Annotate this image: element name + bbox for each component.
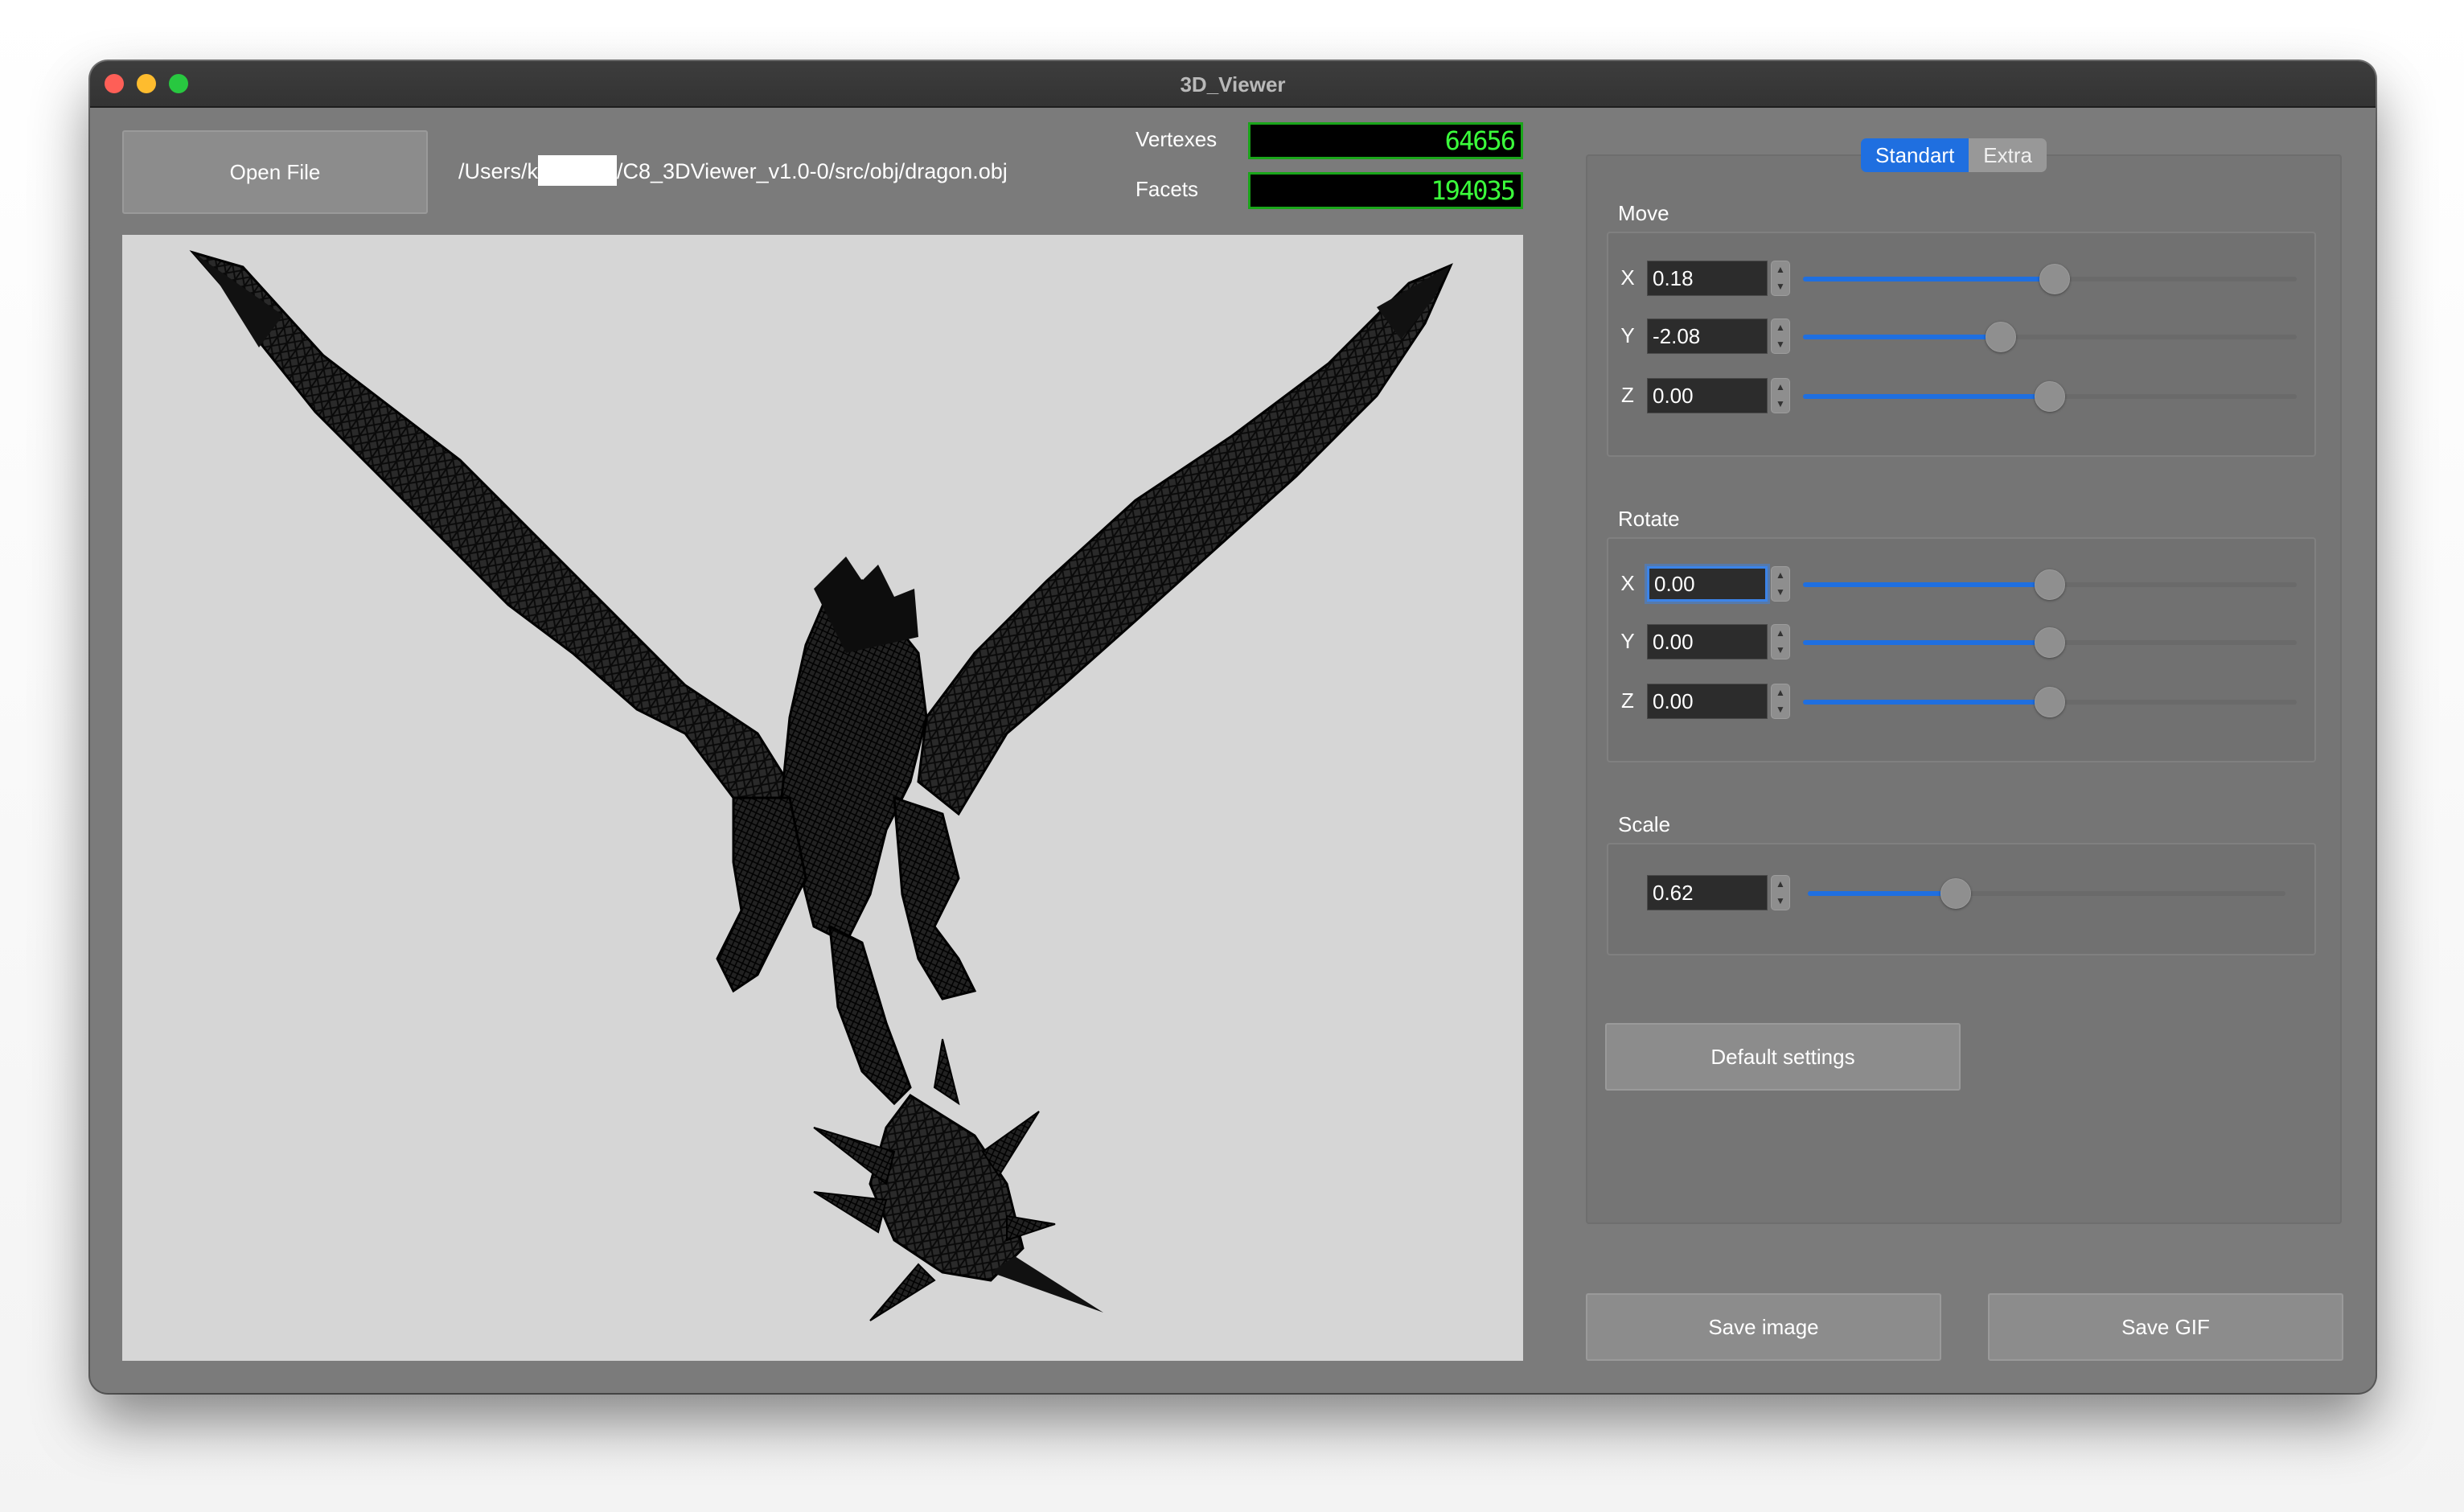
rotate-y-slider[interactable] (1803, 627, 2297, 658)
open-file-button[interactable]: Open File (122, 130, 428, 214)
save-gif-button[interactable]: Save GIF (1988, 1293, 2343, 1361)
chevron-down-icon[interactable]: ▼ (1772, 336, 1789, 353)
chevron-up-icon[interactable]: ▲ (1772, 684, 1789, 701)
move-z-slider[interactable] (1803, 381, 2297, 412)
dragon-wireframe-model (189, 250, 1453, 1321)
tab-standart[interactable]: Standart (1861, 138, 1969, 172)
redaction-box (538, 154, 618, 186)
scale-input[interactable]: 0.62 (1647, 875, 1768, 910)
move-y-label: Y (1620, 323, 1635, 347)
rotate-z-stepper[interactable]: ▲ ▼ (1771, 684, 1790, 719)
tab-switcher: Standart Extra (1861, 138, 2047, 172)
rotate-z-input[interactable]: 0.00 (1647, 684, 1768, 719)
vertexes-lcd: 64656 (1248, 122, 1523, 159)
move-z-stepper[interactable]: ▲ ▼ (1771, 378, 1790, 413)
tab-extra[interactable]: Extra (1969, 138, 2047, 172)
file-path-suffix: /C8_3DViewer_v1.0-0/src/obj/dragon.obj (617, 159, 1008, 183)
rotate-x-label: X (1620, 571, 1635, 595)
save-image-button[interactable]: Save image (1586, 1293, 1941, 1361)
slider-fill (1803, 394, 2050, 399)
rotate-z-slider[interactable] (1803, 687, 2297, 717)
slider-handle[interactable] (2035, 569, 2065, 600)
rotate-group-label: Rotate (1618, 507, 1680, 531)
facets-lcd: 194035 (1248, 172, 1523, 209)
move-z-label: Z (1621, 383, 1634, 407)
move-z-input[interactable]: 0.00 (1647, 378, 1768, 413)
chevron-up-icon[interactable]: ▲ (1772, 319, 1789, 336)
slider-fill (1803, 700, 2050, 705)
chevron-down-icon[interactable]: ▼ (1772, 701, 1789, 718)
slider-fill (1803, 277, 2055, 281)
chevron-up-icon[interactable]: ▲ (1772, 567, 1789, 584)
slider-handle[interactable] (1985, 322, 2016, 352)
3d-viewport[interactable] (122, 235, 1523, 1361)
slider-handle[interactable] (2039, 264, 2071, 294)
chevron-up-icon[interactable]: ▲ (1772, 876, 1789, 893)
chevron-down-icon[interactable]: ▼ (1772, 584, 1789, 601)
slider-fill (1803, 582, 2050, 587)
chevron-down-icon[interactable]: ▼ (1772, 278, 1789, 295)
slider-handle[interactable] (2035, 687, 2065, 717)
window-title: 3D_Viewer (1180, 72, 1286, 97)
chevron-up-icon[interactable]: ▲ (1772, 625, 1789, 642)
rotate-x-slider[interactable] (1803, 569, 2297, 600)
rotate-y-label: Y (1620, 629, 1635, 653)
move-group-label: Move (1618, 201, 1669, 225)
vertexes-label: Vertexes (1135, 127, 1218, 151)
file-path: /Users/k/C8_3DViewer_v1.0-0/src/obj/drag… (458, 154, 1008, 186)
slider-fill (1808, 891, 1957, 896)
rotate-z-label: Z (1621, 688, 1634, 713)
rotate-y-stepper[interactable]: ▲ ▼ (1771, 624, 1790, 659)
app-window: 3D_Viewer Open File /Users/k/C8_3DViewer… (90, 61, 2376, 1393)
chevron-down-icon[interactable]: ▼ (1772, 396, 1789, 413)
facets-label: Facets (1135, 177, 1199, 201)
slider-handle[interactable] (2035, 627, 2065, 658)
scale-group-label: Scale (1618, 812, 1671, 836)
scale-stepper[interactable]: ▲ ▼ (1771, 875, 1790, 910)
move-x-input[interactable]: 0.18 (1647, 261, 1768, 296)
title-bar: 3D_Viewer (90, 61, 2376, 108)
slider-fill (1803, 640, 2050, 645)
move-x-label: X (1620, 265, 1635, 290)
chevron-up-icon[interactable]: ▲ (1772, 261, 1789, 278)
move-y-input[interactable]: -2.08 (1647, 318, 1768, 354)
chevron-down-icon[interactable]: ▼ (1772, 893, 1789, 910)
scale-slider[interactable] (1808, 878, 2285, 909)
default-settings-button[interactable]: Default settings (1605, 1023, 1961, 1091)
slider-handle[interactable] (1940, 878, 1972, 909)
move-x-stepper[interactable]: ▲ ▼ (1771, 261, 1790, 296)
move-x-slider[interactable] (1803, 264, 2297, 294)
file-path-prefix: /Users/k (458, 159, 539, 183)
move-y-stepper[interactable]: ▲ ▼ (1771, 318, 1790, 354)
chevron-up-icon[interactable]: ▲ (1772, 379, 1789, 396)
chevron-down-icon[interactable]: ▼ (1772, 642, 1789, 659)
rotate-y-input[interactable]: 0.00 (1647, 624, 1768, 659)
slider-fill (1803, 335, 2001, 339)
rotate-x-input[interactable]: 0.00 (1647, 566, 1768, 602)
move-y-slider[interactable] (1803, 322, 2297, 352)
rotate-x-stepper[interactable]: ▲ ▼ (1771, 566, 1790, 602)
slider-handle[interactable] (2035, 381, 2065, 412)
